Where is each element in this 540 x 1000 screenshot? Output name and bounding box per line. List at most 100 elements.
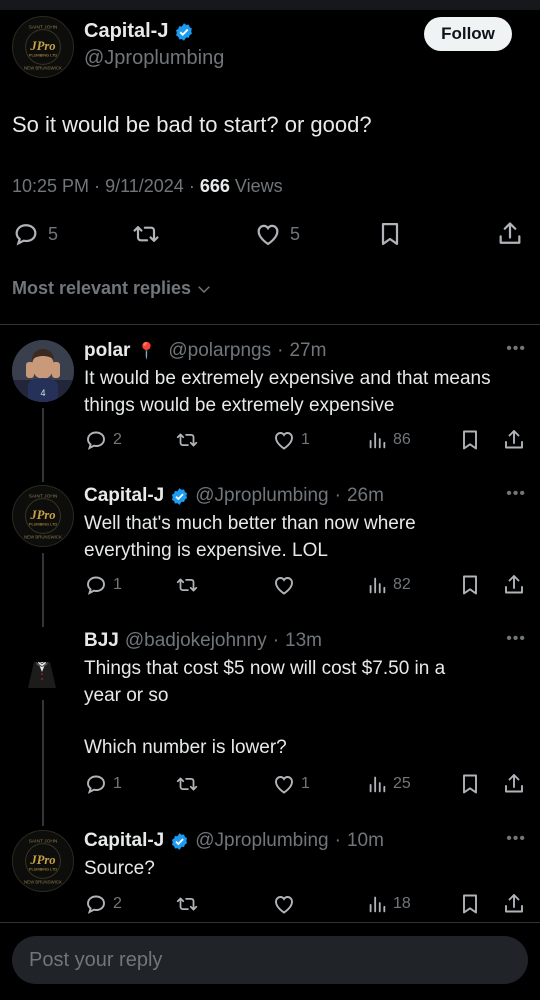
repost-button[interactable] — [174, 573, 200, 597]
reply-time[interactable]: 13m — [285, 630, 322, 652]
share-button[interactable] — [502, 772, 526, 796]
author-handle[interactable]: @Jproplumbing — [84, 47, 224, 70]
bookmark-button[interactable] — [458, 892, 482, 916]
meta-separator: · — [94, 176, 106, 196]
repost-icon — [176, 578, 198, 592]
like-icon — [275, 432, 293, 450]
reply-item[interactable]: SAINT JOHN JPro PLUMBING LTD NEW BRUNSWI… — [0, 830, 540, 920]
reply-button[interactable]: 2 — [84, 428, 122, 452]
bookmark-button[interactable] — [458, 573, 482, 597]
post-date[interactable]: 9/11/2024 — [105, 176, 184, 196]
author-name[interactable]: Capital-J — [84, 20, 168, 43]
reply-author-handle[interactable]: @badjokejohnny — [125, 630, 267, 652]
more-icon[interactable]: ••• — [506, 830, 526, 848]
repost-button[interactable] — [174, 892, 200, 916]
reply-time[interactable]: 10m — [347, 830, 384, 852]
like-button[interactable] — [272, 892, 296, 916]
views-icon — [369, 776, 386, 793]
like-button[interactable]: 5 — [254, 220, 300, 248]
avatar[interactable]: 4 — [12, 340, 74, 402]
reply-author-name[interactable]: polar — [84, 340, 130, 362]
reply-item[interactable]: SAINT JOHN JPro PLUMBING LTD NEW BRUNSWI… — [0, 485, 540, 605]
bookmark-button[interactable] — [458, 772, 482, 796]
reply-composer[interactable] — [12, 936, 528, 984]
more-icon[interactable]: ••• — [506, 630, 526, 648]
reply-button[interactable]: 5 — [12, 220, 58, 248]
reply-count: 1 — [113, 576, 122, 593]
reply-author-name[interactable]: BJJ — [84, 630, 119, 652]
like-button[interactable] — [272, 573, 296, 597]
meta-separator: · — [334, 830, 341, 851]
reply-actions: 2 18 — [84, 892, 530, 916]
svg-text:SAINT JOHN: SAINT JOHN — [29, 839, 58, 845]
reply-button[interactable]: 2 — [84, 892, 122, 916]
avatar[interactable]: SAINT JOHN JPro PLUMBING LTD NEW BRUNSWI… — [12, 830, 74, 892]
reply-time[interactable]: 26m — [347, 485, 384, 507]
reply-author-handle[interactable]: @Jproplumbing — [195, 485, 328, 507]
avatar[interactable] — [14, 636, 70, 692]
post-time[interactable]: 10:25 PM — [12, 176, 89, 196]
share-icon — [505, 894, 523, 913]
pin-emoji: 📍 — [136, 343, 157, 360]
repost-icon — [176, 897, 198, 911]
meta-separator: · — [272, 630, 280, 651]
reply-author-name[interactable]: Capital-J — [84, 485, 164, 507]
views-button[interactable]: 82 — [366, 573, 411, 597]
reply-item[interactable]: BJJ @badjokejohnny · 13m ••• Things that… — [0, 630, 540, 810]
reply-count: 5 — [48, 223, 59, 244]
share-button[interactable] — [502, 573, 526, 597]
views-count: 25 — [393, 775, 411, 792]
bookmark-button[interactable] — [376, 220, 404, 248]
svg-text:JPro: JPro — [29, 508, 55, 522]
views-button[interactable]: 25 — [366, 772, 411, 796]
avatar[interactable]: SAINT JOHN JPro PLUMBING LTD NEW BRUNSWI… — [12, 485, 74, 547]
share-button[interactable] — [502, 892, 526, 916]
views-icon — [369, 896, 386, 913]
reply-header: Capital-J @Jproplumbing · 26m — [84, 485, 384, 507]
reply-text-line: Source? — [84, 858, 155, 879]
chevron-down-icon — [198, 285, 210, 293]
reply-text-blank — [84, 709, 530, 734]
like-button[interactable]: 1 — [272, 772, 310, 796]
views-count: 82 — [393, 576, 411, 593]
meta-separator: · — [277, 340, 284, 361]
reply-author-handle[interactable]: @polarpngs — [168, 340, 271, 362]
reply-button[interactable]: 1 — [84, 772, 122, 796]
logo-bottom-text: NEW BRUNSWICK — [24, 65, 62, 70]
reply-button[interactable]: 1 — [84, 573, 122, 597]
reply-text-line: Which number is lower? — [84, 737, 287, 758]
bookmark-button[interactable] — [458, 428, 482, 452]
more-icon[interactable]: ••• — [506, 485, 526, 503]
repost-button[interactable] — [130, 220, 162, 248]
share-icon — [505, 430, 523, 449]
views-label: Views — [234, 176, 283, 196]
logo-top-text: SAINT JOHN — [29, 25, 58, 31]
reply-item[interactable]: 4 polar 📍 @polarpngs · 27m ••• It would … — [0, 340, 540, 460]
post-actions: 5 5 — [12, 218, 524, 252]
reply-author-handle[interactable]: @Jproplumbing — [195, 830, 328, 852]
reply-input[interactable] — [29, 948, 528, 972]
views-button[interactable]: 18 — [366, 892, 411, 916]
like-count: 5 — [290, 223, 301, 244]
repost-button[interactable] — [174, 772, 200, 796]
meta-separator: · — [188, 176, 200, 196]
verified-icon — [172, 487, 188, 505]
repost-button[interactable] — [174, 428, 200, 452]
avatar[interactable]: SAINT JOHN JPro PLUMBING LTD NEW BRUNSWI… — [12, 16, 74, 78]
reply-author-name[interactable]: Capital-J — [84, 830, 164, 852]
reply-text-line: Things that cost $5 now will cost $7.50 … — [84, 658, 446, 679]
reply-time[interactable]: 27m — [289, 340, 326, 362]
share-button[interactable] — [502, 428, 526, 452]
reply-actions: 2 1 86 — [84, 428, 530, 452]
views-button[interactable]: 86 — [366, 428, 411, 452]
reply-icon — [87, 576, 105, 595]
divider — [0, 324, 540, 325]
share-button[interactable] — [496, 220, 524, 248]
like-button[interactable]: 1 — [272, 428, 310, 452]
more-icon[interactable]: ••• — [506, 340, 526, 358]
svg-text:JPro: JPro — [29, 853, 55, 867]
share-icon — [505, 575, 523, 594]
sort-replies-dropdown[interactable]: Most relevant replies — [12, 278, 213, 299]
follow-button[interactable]: Follow — [424, 17, 512, 51]
jpro-logo: SAINT JOHN JPro PLUMBING LTD NEW BRUNSWI… — [12, 830, 74, 892]
